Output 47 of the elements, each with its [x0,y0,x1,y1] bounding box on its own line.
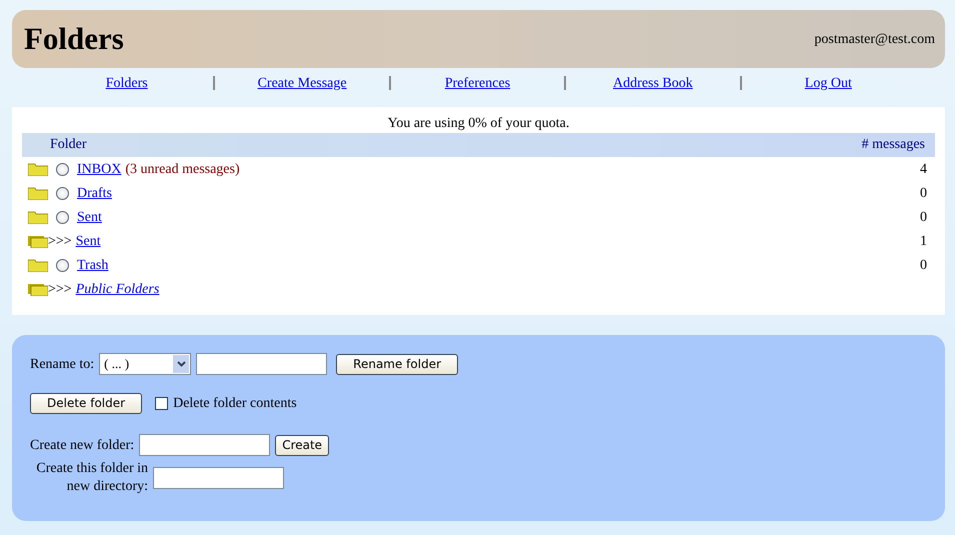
column-header: # messages [862,136,925,154]
create-label: Create new folder: [30,436,134,454]
expand-marker: >>> [48,280,72,298]
nav-link[interactable]: Folders [106,76,148,90]
delete-folder-button[interactable]: Delete folder [30,393,142,414]
unread-count: (3 unread messages) [125,160,240,178]
user-email: postmaster@test.com [814,30,935,48]
rename-label: Rename to: [30,356,94,374]
quota-text: You are using 0% of your quota. [386,115,570,133]
folder-link[interactable]: INBOX [77,158,122,180]
folder-link[interactable]: Drafts [77,182,112,204]
folder-link[interactable]: Sent [77,206,102,228]
nav-link[interactable]: Address Book [613,76,693,90]
radio-button[interactable] [56,258,69,272]
folder-icon [28,258,48,272]
folder-link[interactable]: Trash [77,254,108,276]
new-folder-field[interactable] [139,434,270,456]
message-count: 1 [920,232,927,250]
nav-link[interactable]: Log Out [804,76,852,90]
folder-link[interactable]: Sent [76,230,101,252]
create-button[interactable]: Create [275,434,330,456]
radio-button[interactable] [56,162,69,176]
rename-folder-button[interactable]: Rename folder [336,354,458,374]
directory-field[interactable] [153,467,284,489]
radio-button[interactable] [56,210,69,224]
radio-button[interactable] [56,186,69,200]
message-count: 4 [920,160,927,178]
folder-link[interactable]: Public Folders [76,278,160,300]
folder-icon [28,210,48,224]
folder-icon [28,162,48,176]
message-count: 0 [920,184,927,202]
directory-label: Create this folder in new directory: [35,460,148,496]
nav-link[interactable]: Preferences [444,76,510,90]
folders-icon [28,282,48,296]
expand-marker: >>> [48,232,72,250]
checkbox-label: Delete folder contents [173,395,297,413]
column-header: Folder [50,136,87,154]
message-count: 0 [920,208,927,226]
rename-field[interactable] [196,353,328,375]
checkbox[interactable] [155,397,168,410]
page-title: Folders [24,20,124,58]
nav-link[interactable]: Create Message [258,76,347,90]
folder-select[interactable]: ( ... ) [99,353,192,375]
message-count: 0 [920,256,927,274]
folders-icon [28,234,48,248]
folder-icon [28,186,48,200]
caret-icon [173,355,190,373]
